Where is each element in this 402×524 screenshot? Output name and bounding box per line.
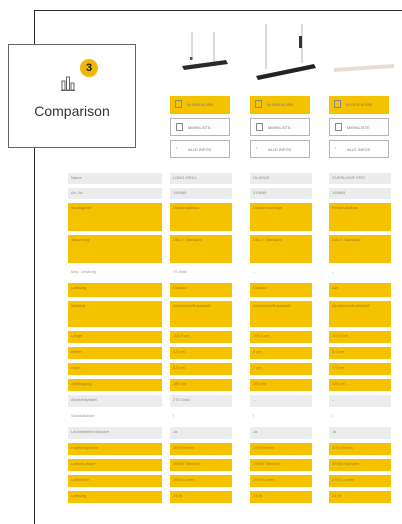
product-image-3[interactable]	[332, 60, 396, 76]
table-row: Abhängung 150 cm 200 cm 150 cm	[68, 378, 402, 392]
table-row: Höhe 8,5 cm 7 cm 7,5 cm	[68, 362, 402, 376]
table-row: Lebens-dauer 35000 Stunden 35000 Stunden 35…	[68, 458, 402, 472]
table-row: Länge 114,5 cm 109,1 cm 114,5 cm	[68, 330, 402, 344]
add-to-cart-button[interactable]: IN DEN KORB	[170, 96, 230, 114]
list-icon	[256, 123, 263, 131]
top-border	[34, 10, 402, 11]
comparison-widget[interactable]: 3 Comparison	[8, 44, 136, 148]
table-row: Leistung Einbaut Einbaut Alle	[68, 282, 402, 298]
add-to-wishlist-button[interactable]: MERKLISTE	[250, 118, 310, 136]
comparison-count-badge: 3	[80, 59, 98, 77]
cart-icon	[175, 100, 182, 108]
list-icon	[176, 123, 183, 131]
add-to-cart-button[interactable]: IN DEN KORB	[329, 96, 389, 114]
table-row: Schutzklasse I I I	[68, 410, 402, 424]
all-info-button[interactable]: › ALLE INFOS	[329, 140, 389, 158]
table-row: Max. Leistung 75 Watt – –	[68, 266, 402, 280]
cart-icon	[255, 100, 262, 108]
table-row: Material Aluminium/Kunststoff Aluminium/Ku…	[68, 300, 402, 328]
table-row: Steuerung DALI / Standard DALI / Standard D…	[68, 234, 402, 264]
add-to-wishlist-button[interactable]: MERKLISTE	[170, 118, 230, 136]
table-row: Leistung 24 W 24 W 24 W	[68, 490, 402, 504]
product-image-2[interactable]	[254, 24, 316, 84]
list-icon	[335, 123, 342, 131]
chevron-right-icon: ›	[176, 145, 178, 150]
table-row: Breite 4,5 cm 6 cm 6,5 cm	[68, 346, 402, 360]
compare-icon	[61, 76, 75, 91]
chevron-right-icon: ›	[335, 145, 337, 150]
table-row: Farbtemperatur 3000 Kelvin 3000 Kelvin 3000…	[68, 442, 402, 456]
table-row: Name LONG GRILL GLASUS OVERLIGHT PRO	[68, 172, 402, 185]
comparison-label: Comparison	[34, 103, 110, 119]
table-row: Montageart Deckenaufbau Deckenmontage Pende…	[68, 202, 402, 232]
chevron-right-icon: ›	[256, 145, 258, 150]
product-image-1[interactable]	[178, 32, 230, 82]
add-to-wishlist-button[interactable]: MERKLISTE	[329, 118, 389, 136]
all-info-button[interactable]: › ALLE INFOS	[250, 140, 310, 158]
all-info-button[interactable]: › ALLE INFOS	[170, 140, 230, 158]
table-row: Leuchtmittel inklusive Ja Ja Ja	[68, 426, 402, 440]
table-row: Art.-Nr. 199360 219999 199865	[68, 187, 402, 200]
add-to-cart-button[interactable]: IN DEN KORB	[250, 96, 310, 114]
table-row: Abstrahlwinkel 270 Grad – –	[68, 394, 402, 408]
table-row: Lichtstrom 2600 Lumen 3000 Lumen 2700 Lumen	[68, 474, 402, 488]
cart-icon	[334, 100, 341, 108]
